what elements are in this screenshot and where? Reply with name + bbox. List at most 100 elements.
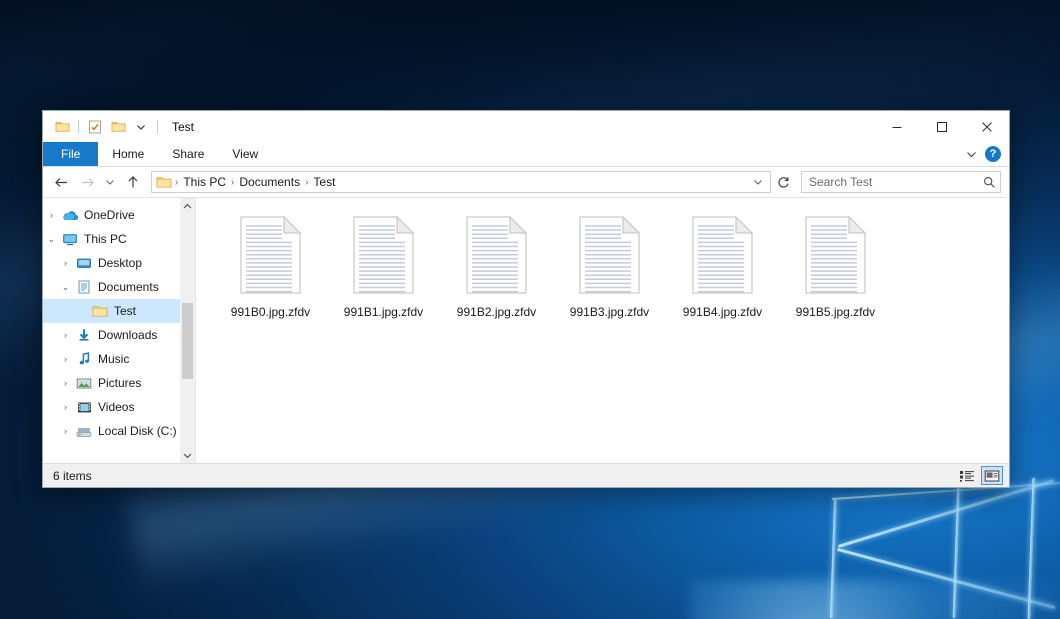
desktop-background: Test File Home Share View [0,0,1060,619]
thispc-monitor-icon [60,233,80,246]
scrollbar-thumb[interactable] [182,303,193,380]
expand-chevron-icon[interactable]: › [57,419,74,443]
chevron-down-icon[interactable] [966,150,977,159]
folder-icon[interactable] [53,118,71,136]
properties-checkbox-icon[interactable] [86,118,104,136]
onedrive-cloud-icon [60,209,80,222]
file-item[interactable]: 991B5.jpg.zfdv [779,212,892,325]
expand-chevron-icon[interactable]: › [57,347,74,371]
generic-file-icon [803,216,868,297]
breadcrumb-item-test[interactable]: Test [309,175,339,189]
folder-icon [90,304,110,318]
expand-chevron-icon[interactable]: › [57,323,74,347]
scroll-down-arrow-icon[interactable] [180,447,195,463]
breadcrumb-dropdown-icon[interactable] [748,172,768,192]
file-item[interactable]: 991B1.jpg.zfdv [327,212,440,325]
sidebar-item-label: Documents [94,280,159,294]
search-box[interactable] [801,171,1001,193]
scroll-up-arrow-icon[interactable] [180,198,195,214]
collapse-chevron-icon[interactable]: ⌄ [43,227,60,251]
generic-file-icon [577,216,642,297]
sidebar-item-downloads[interactable]: › Downloads [43,323,195,347]
close-button[interactable] [964,111,1009,142]
expand-chevron-icon[interactable]: › [57,251,74,275]
minimize-button[interactable] [874,111,919,142]
large-icons-view-button[interactable] [981,466,1003,485]
music-note-icon [74,352,94,366]
navigation-pane: › OneDrive ⌄ [43,198,196,463]
generic-file-icon [690,216,755,297]
sidebar-item-local-disk-c[interactable]: › Local Disk (C:) [43,419,195,443]
navigation-scrollbar[interactable] [180,198,195,463]
sidebar-item-label: Downloads [94,328,157,342]
file-list-pane[interactable]: 991B0.jpg.zfdv 991B1.jpg.zfdv 991B2.jpg.zf… [196,198,1009,463]
item-count-label: 6 items [53,469,92,483]
view-buttons [956,466,1003,485]
generic-file-icon [238,216,303,297]
tab-file[interactable]: File [43,142,98,166]
pictures-icon [74,377,94,390]
expand-chevron-icon[interactable]: › [57,395,74,419]
file-name-label: 991B4.jpg.zfdv [683,305,762,319]
sidebar-item-onedrive[interactable]: › OneDrive [43,203,195,227]
sidebar-item-videos[interactable]: › Video [43,395,195,419]
videos-film-icon [74,401,94,414]
details-view-button[interactable] [956,466,978,485]
breadcrumb-item-thispc[interactable]: This PC [179,175,230,189]
quick-access-toolbar [43,111,160,142]
desktop-monitor-icon [74,257,94,270]
expand-chevron-icon[interactable]: › [43,203,60,227]
downloads-arrow-icon [74,328,94,342]
sidebar-item-label: Music [94,352,129,366]
file-item[interactable]: 991B0.jpg.zfdv [214,212,327,325]
up-button[interactable] [121,171,145,193]
sidebar-item-label: OneDrive [80,208,135,222]
file-item[interactable]: 991B2.jpg.zfdv [440,212,553,325]
file-item[interactable]: 991B3.jpg.zfdv [553,212,666,325]
file-name-label: 991B5.jpg.zfdv [796,305,875,319]
expand-chevron-icon[interactable]: › [57,371,74,395]
forward-button[interactable] [75,171,99,193]
sidebar-item-desktop[interactable]: › Desktop [43,251,195,275]
sidebar-item-this-pc[interactable]: ⌄ This PC [43,227,195,251]
sidebar-item-pictures[interactable]: › Pictures [43,371,195,395]
qat-separator-2 [157,120,158,133]
tab-view[interactable]: View [218,142,272,166]
maximize-button[interactable] [919,111,964,142]
sidebar-item-music[interactable]: › Music [43,347,195,371]
file-name-label: 991B1.jpg.zfdv [344,305,423,319]
tab-home[interactable]: Home [98,142,158,166]
window-controls [874,111,1009,142]
customize-chevron-icon[interactable] [132,118,150,136]
new-folder-icon[interactable] [109,118,127,136]
recent-locations-button[interactable] [101,171,119,193]
sidebar-item-label: Desktop [94,256,142,270]
search-icon[interactable] [983,176,996,189]
tab-share[interactable]: Share [158,142,218,166]
file-name-label: 991B0.jpg.zfdv [231,305,310,319]
collapse-chevron-icon[interactable]: ⌄ [57,275,74,299]
title-bar: Test [43,111,1009,142]
sidebar-item-label: Test [110,304,136,318]
generic-file-icon [464,216,529,297]
file-name-label: 991B3.jpg.zfdv [570,305,649,319]
sidebar-item-label: Videos [94,400,134,414]
search-input[interactable] [809,175,983,189]
file-explorer-window: Test File Home Share View [42,110,1010,488]
refresh-button[interactable] [773,172,793,192]
back-button[interactable] [49,171,73,193]
ribbon-right-controls: ? [966,142,1009,166]
qat-separator [78,120,79,133]
help-icon[interactable]: ? [985,146,1001,162]
sidebar-item-label: Pictures [94,376,141,390]
address-bar: › This PC › Documents › Test [43,167,1009,197]
breadcrumb-item-documents[interactable]: Documents [235,175,304,189]
sidebar-item-test[interactable]: Test [43,299,195,323]
breadcrumb[interactable]: › This PC › Documents › Test [151,171,771,193]
breadcrumb-folder-icon [156,175,172,189]
file-item[interactable]: 991B4.jpg.zfdv [666,212,779,325]
generic-file-icon [351,216,416,297]
file-name-label: 991B2.jpg.zfdv [457,305,536,319]
sidebar-item-documents[interactable]: ⌄ Documents [43,275,195,299]
scrollbar-track[interactable] [180,214,195,447]
